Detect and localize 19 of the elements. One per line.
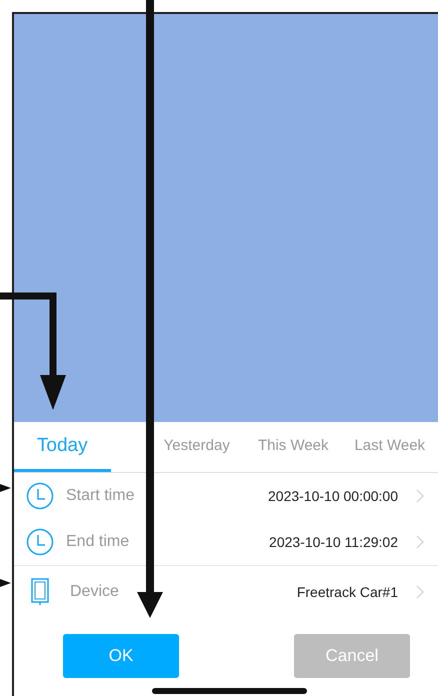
arrow (0, 484, 11, 492)
chevron-icon (416, 585, 424, 599)
field-label: Device (70, 583, 120, 601)
tab[interactable]: Last Week (342, 422, 438, 472)
field-value[interactable]: 2023-10-10 00:00:00 (268, 488, 398, 504)
chevron-icon (416, 535, 424, 549)
ok-button[interactable]: OK (63, 634, 179, 678)
clock-icon (26, 528, 54, 556)
field-value[interactable]: 2023-10-10 11:29:02 (269, 534, 398, 550)
tab[interactable]: Today (14, 422, 110, 472)
field-label: End time (66, 533, 130, 551)
tab[interactable]: Yesterday (110, 422, 245, 472)
field-value[interactable]: Freetrack Car#1 (296, 584, 398, 600)
clock-icon (26, 482, 54, 510)
chevron-icon (416, 489, 424, 503)
cancel-button[interactable]: Cancel (294, 634, 410, 678)
arrow (0, 579, 11, 587)
tab[interactable]: This Week (245, 422, 342, 472)
field-label: Start time (66, 487, 136, 505)
